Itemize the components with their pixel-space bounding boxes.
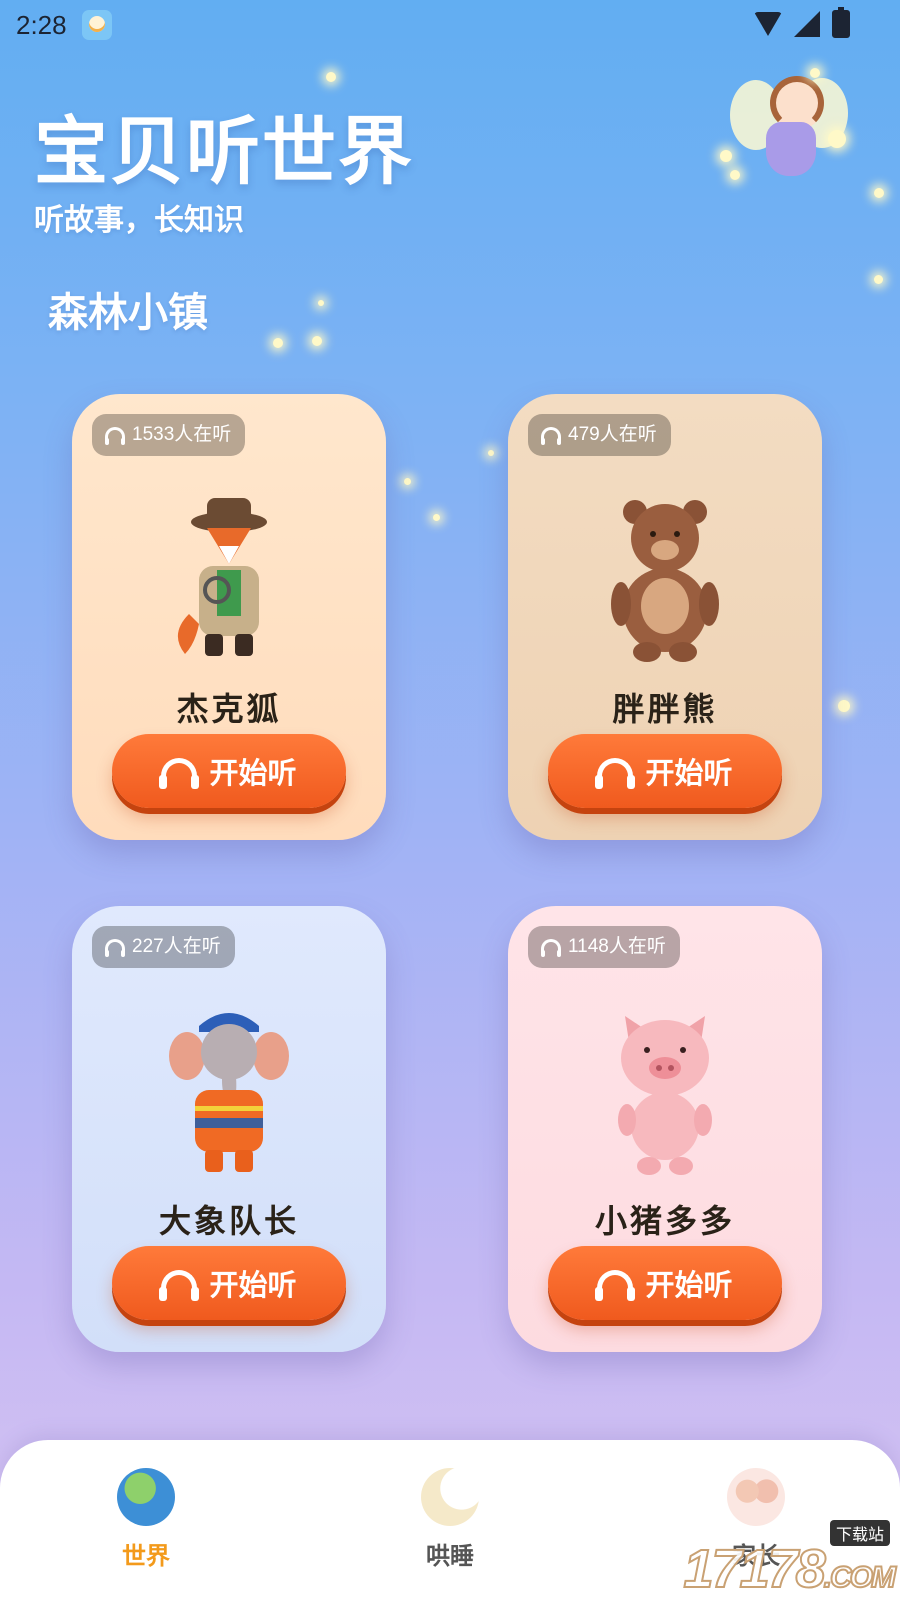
headphone-icon [105,427,125,445]
headphone-icon [541,427,561,445]
fox-detective-icon [177,498,267,656]
character-name: 胖胖熊 [612,691,718,727]
status-time: 2:28 [16,10,67,40]
battery-icon [832,7,850,38]
listener-count-badge: 479人在听 [528,414,671,456]
tab-sleep[interactable]: 哄睡 [380,1468,520,1578]
moon-icon [421,1468,479,1526]
listener-count-badge: 227人在听 [92,926,235,968]
story-card-pig[interactable]: 1148人在听 小猪多多 开始听 [508,906,822,1352]
app-subtitle: 听故事，长知识 [34,204,244,237]
listener-count-badge: 1148人在听 [528,926,680,968]
elephant-firefighter-icon [169,1013,289,1172]
headphone-icon [595,1269,636,1301]
wifi-icon [754,12,782,36]
headphone-icon [159,757,200,789]
headphone-icon [541,939,561,957]
tab-label: 世界 [122,1543,170,1570]
story-card-bear[interactable]: 479人在听 胖胖熊 开始听 [508,394,822,840]
pig-icon [618,1016,712,1175]
fairy-mascot [720,60,850,190]
app-notification-icon [82,10,112,40]
start-listening-button[interactable]: 开始听 [548,1246,782,1320]
story-card-elephant[interactable]: 227人在听 大象队长 开始听 [72,906,386,1352]
start-listening-button[interactable]: 开始听 [112,734,346,808]
character-name: 杰克狐 [176,691,282,727]
tab-world[interactable]: 世界 [76,1468,216,1578]
watermark-logo: 17178.COM [682,1538,897,1600]
headphone-icon [595,757,636,789]
start-listening-button[interactable]: 开始听 [112,1246,346,1320]
character-name: 大象队长 [158,1203,299,1239]
bear-icon [611,500,719,662]
cell-signal-icon [794,11,820,37]
bottom-tab-bar: 世界 哄睡 家长 下载站 17178.COM [0,1440,900,1600]
section-title-forest-town: 森林小镇 [48,291,208,335]
status-icons [754,7,850,38]
tab-label: 哄睡 [426,1543,474,1570]
parents-icon [727,1468,785,1526]
character-name: 小猪多多 [594,1203,735,1239]
headphone-icon [159,1269,200,1301]
listener-count-badge: 1533人在听 [92,414,246,456]
app-title: 宝贝听世界 [34,110,414,193]
headphone-icon [105,939,125,957]
globe-icon [117,1468,175,1526]
story-card-fox[interactable]: 1533人在听 杰克狐 开始听 [72,394,386,840]
status-bar: 2:28 [0,0,900,50]
start-listening-button[interactable]: 开始听 [548,734,782,808]
